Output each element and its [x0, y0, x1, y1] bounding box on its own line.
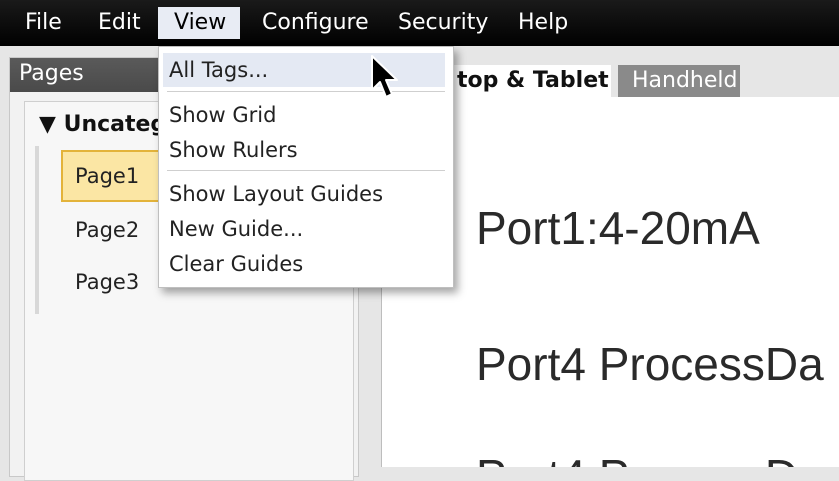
tree-guide-line [35, 146, 39, 314]
canvas-label-port4-second[interactable]: Port4 ProcessD [476, 449, 798, 467]
menu-edit[interactable]: Edit [82, 7, 157, 39]
menu-item-show-rulers[interactable]: Show Rulers [163, 133, 445, 167]
category-uncategorized[interactable]: ▼ Uncateg [39, 112, 166, 137]
menu-item-show-layout-guides[interactable]: Show Layout Guides [163, 177, 445, 211]
mouse-pointer-icon [371, 55, 398, 98]
menu-file[interactable]: File [9, 7, 78, 39]
tab-desktop-tablet[interactable]: top & Tablet [443, 65, 611, 97]
menu-bar: File Edit View Configure Security Help [0, 0, 839, 46]
menu-item-clear-guides[interactable]: Clear Guides [163, 247, 445, 281]
canvas-label-port1[interactable]: Port1:4-20mA [476, 201, 760, 255]
menu-item-show-grid[interactable]: Show Grid [163, 98, 445, 132]
menu-item-new-guide[interactable]: New Guide... [163, 212, 445, 246]
menu-configure[interactable]: Configure [246, 7, 385, 39]
menu-security[interactable]: Security [382, 7, 504, 39]
canvas-label-port4[interactable]: Port4 ProcessDa [476, 337, 824, 391]
menu-item-all-tags[interactable]: All Tags... [163, 53, 445, 87]
menu-view[interactable]: View [158, 7, 240, 39]
menu-separator [167, 170, 445, 171]
menu-help[interactable]: Help [502, 7, 584, 39]
tab-handheld[interactable]: Handheld [618, 65, 740, 97]
menu-separator [167, 91, 445, 92]
view-menu-dropdown: All Tags... Show Grid Show Rulers Show L… [158, 46, 454, 288]
